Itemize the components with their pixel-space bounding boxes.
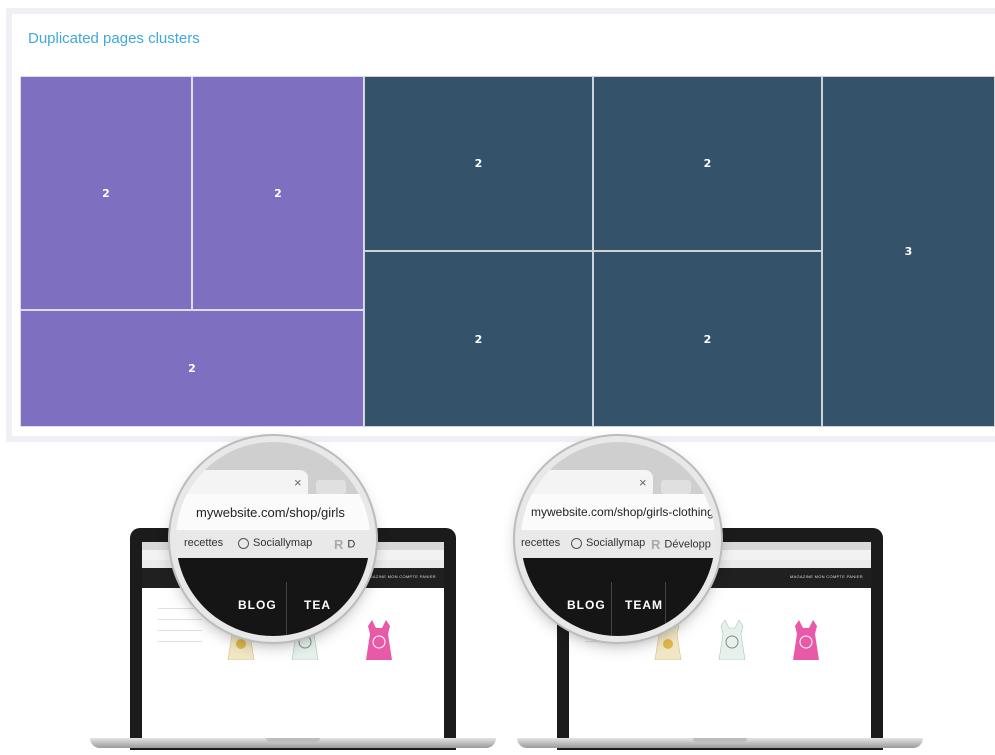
compass-icon bbox=[238, 537, 249, 549]
treemap-tile[interactable]: 2 bbox=[593, 251, 822, 427]
new-tab-icon bbox=[316, 480, 346, 494]
nav-item: BLOG bbox=[567, 598, 606, 612]
panel-title: Duplicated pages clusters bbox=[28, 30, 200, 47]
r-logo-icon: R bbox=[651, 537, 661, 552]
treemap-tile[interactable]: 2 bbox=[20, 310, 364, 427]
treemap-tile[interactable]: 2 bbox=[593, 76, 822, 251]
nav-item: TEAM bbox=[625, 598, 663, 612]
tab-close-icon: × bbox=[639, 475, 647, 490]
treemap: 2 2 2 2 2 2 2 3 bbox=[20, 76, 995, 427]
laptop-illustration-right: MAGAZINE MON COMPTE PANIER × mywebsite.c… bbox=[517, 440, 937, 755]
site-header-dark bbox=[521, 558, 715, 636]
bookmark-item: R Développ bbox=[651, 537, 711, 552]
magnifier-lens: × mywebsite.com/shop/girls-clothing rece… bbox=[521, 442, 715, 636]
r-logo-icon: R bbox=[334, 537, 344, 552]
tab-close-icon: × bbox=[294, 475, 302, 490]
treemap-tile[interactable]: 2 bbox=[20, 76, 192, 310]
bookmark-item: Sociallymap bbox=[571, 537, 645, 549]
compass-icon bbox=[571, 537, 582, 549]
treemap-tile[interactable]: 3 bbox=[822, 76, 995, 427]
bookmark-item: Sociallymap bbox=[238, 537, 312, 549]
treemap-tile[interactable]: 2 bbox=[192, 76, 364, 310]
site-menu: MAGAZINE MON COMPTE PANIER bbox=[362, 574, 436, 579]
nav-item: TEA bbox=[304, 598, 331, 612]
laptop-base bbox=[517, 738, 923, 748]
site-header-dark bbox=[176, 558, 370, 636]
new-tab-icon bbox=[661, 480, 691, 494]
tank-top-image bbox=[793, 620, 819, 660]
treemap-tile[interactable]: 2 bbox=[364, 251, 593, 427]
bookmark-item: recettes bbox=[184, 537, 224, 549]
laptop-base bbox=[90, 738, 496, 748]
laptop-illustration-left: MAGAZINE MON COMPTE PANIER × mywebsite.c… bbox=[90, 440, 510, 755]
address-url: mywebsite.com/shop/girls-clothing bbox=[531, 505, 714, 519]
site-menu: MAGAZINE MON COMPTE PANIER bbox=[789, 574, 863, 579]
address-url: mywebsite.com/shop/girls bbox=[196, 505, 345, 520]
bookmark-item: RD bbox=[334, 537, 356, 552]
magnifier-lens: × mywebsite.com/shop/girls recettes Soci… bbox=[176, 442, 370, 636]
tank-top-image bbox=[718, 620, 746, 660]
bookmark-item: recettes bbox=[521, 537, 561, 549]
nav-item: BLOG bbox=[238, 598, 277, 612]
treemap-tile[interactable]: 2 bbox=[364, 76, 593, 251]
